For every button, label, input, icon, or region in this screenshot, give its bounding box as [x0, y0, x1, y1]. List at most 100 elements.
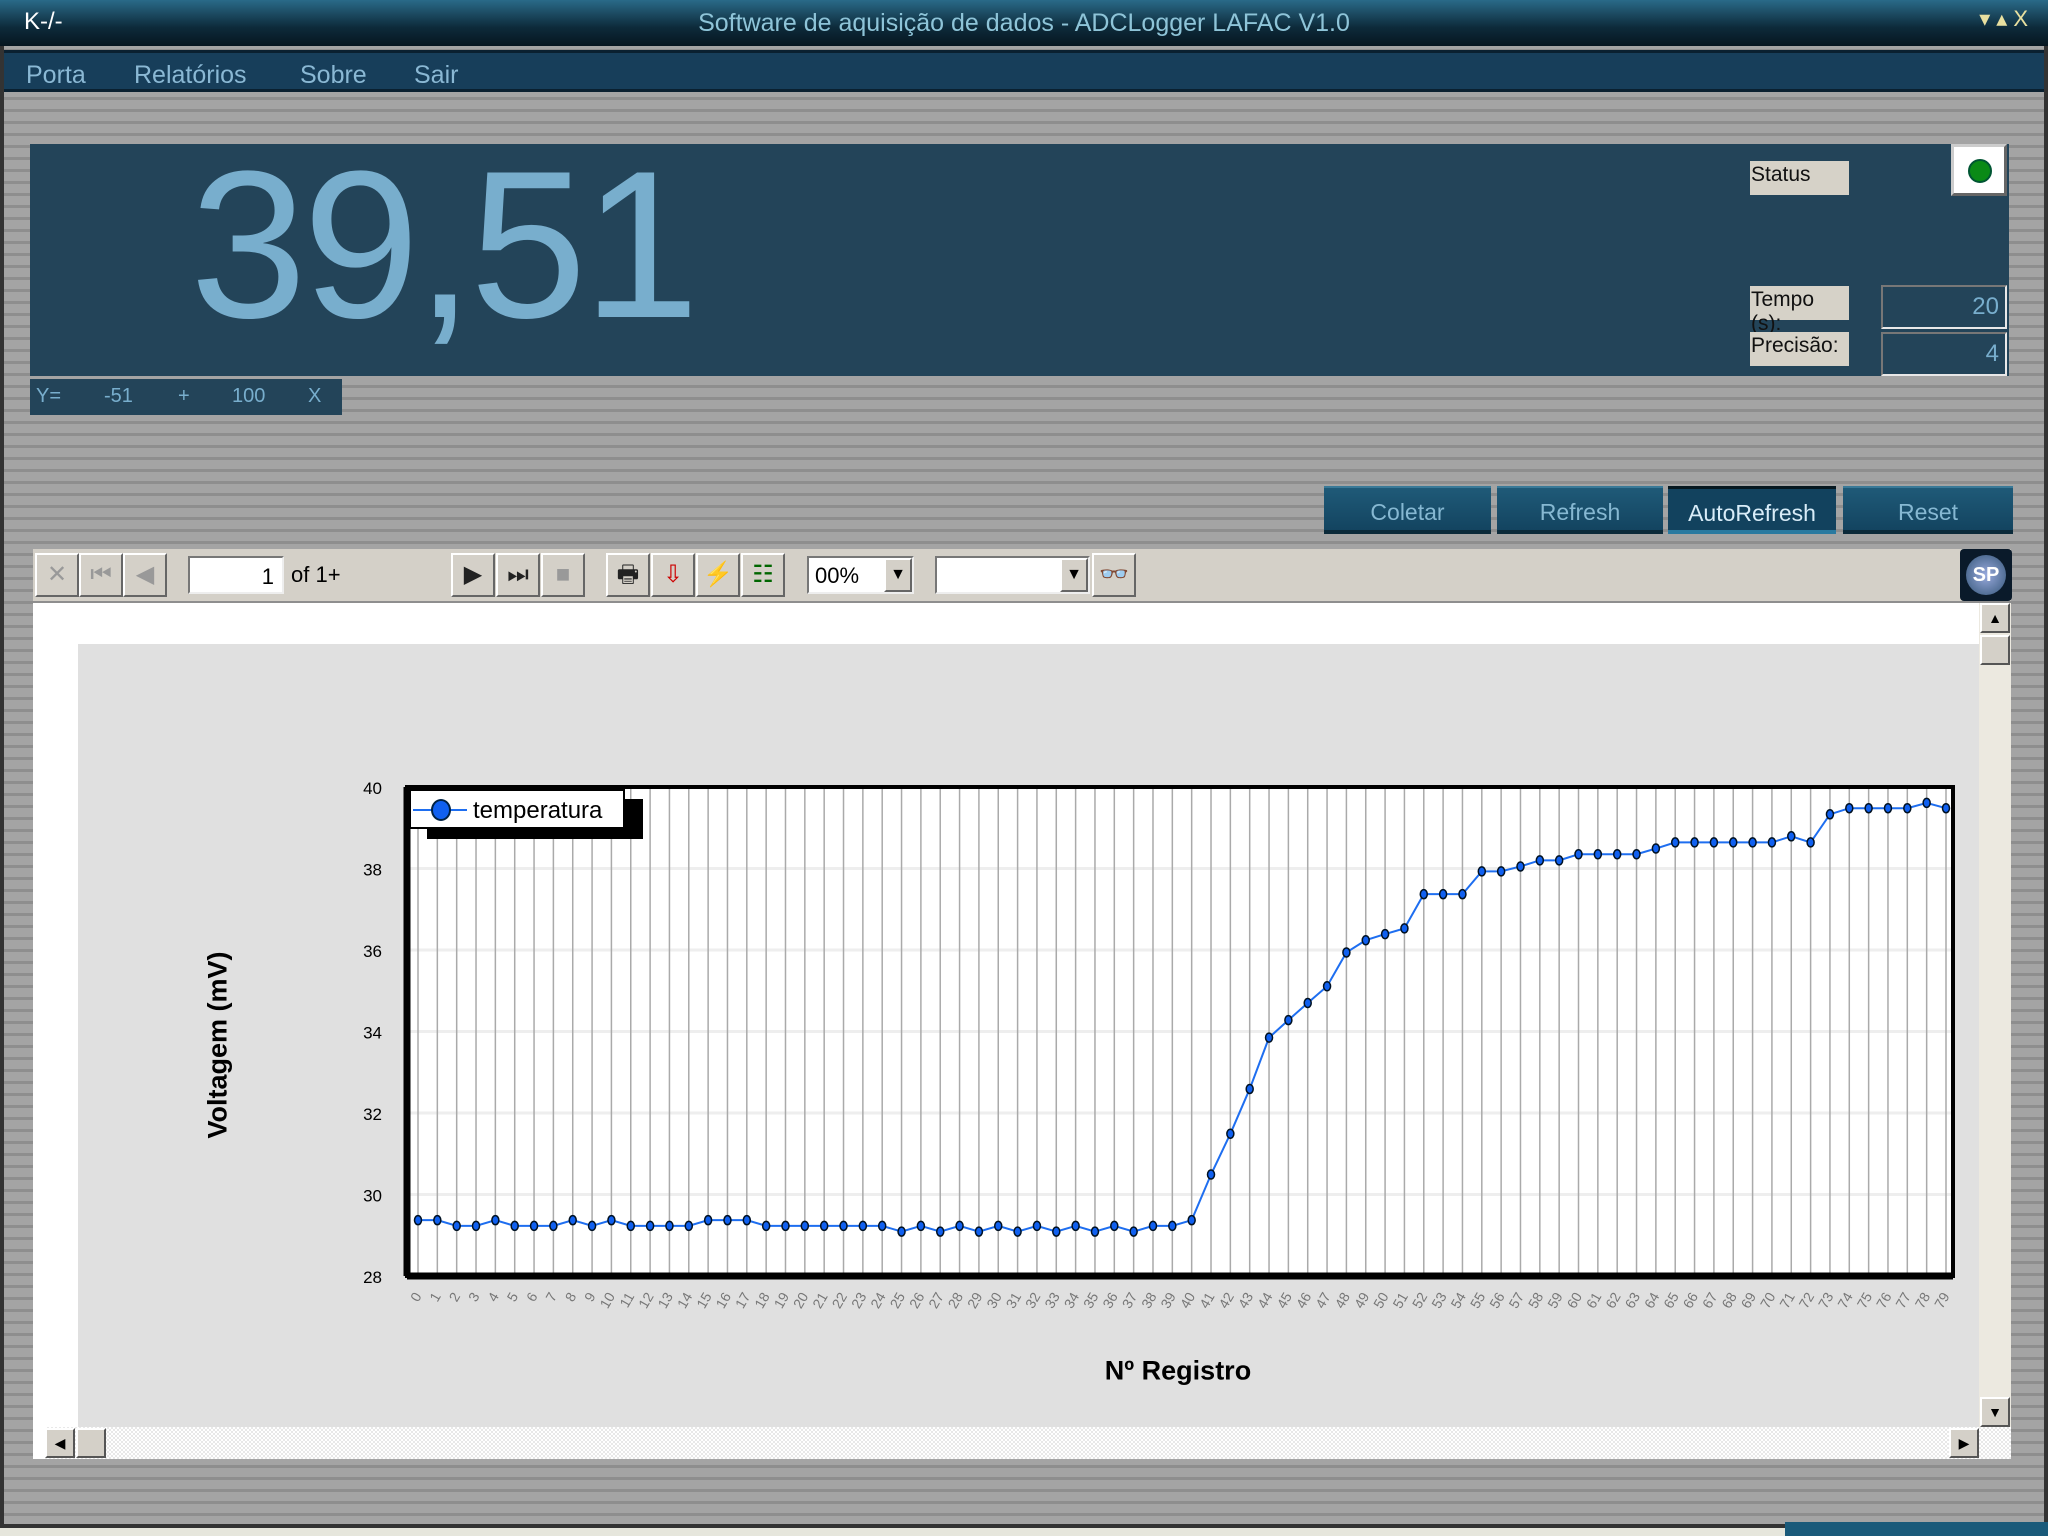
data-point	[452, 1220, 461, 1232]
data-point	[1806, 837, 1815, 848]
data-point	[955, 1220, 964, 1232]
data-point	[1206, 1169, 1216, 1180]
x-tick-label: 8	[562, 1289, 580, 1304]
data-point	[1651, 843, 1661, 854]
data-point	[549, 1220, 558, 1232]
temperature-line-chart: 283032343638400 1 2 3 4 5 6 7 8 91011121314151617…	[363, 779, 1955, 1311]
x-tick-label: 47	[1312, 1289, 1334, 1311]
x-tick-label: 18	[751, 1289, 773, 1311]
data-point	[935, 1226, 945, 1237]
data-point	[568, 1214, 577, 1226]
data-point	[1767, 837, 1777, 848]
x-tick-label: 41	[1196, 1289, 1218, 1311]
x-tick-label: 76	[1873, 1289, 1895, 1311]
x-tick-label: 27	[925, 1289, 947, 1311]
data-point	[1322, 981, 1332, 992]
x-tick-label: 55	[1467, 1289, 1489, 1311]
x-tick-label: 48	[1331, 1289, 1353, 1311]
x-tick-label: 62	[1602, 1289, 1624, 1311]
x-tick-label: 1	[426, 1289, 444, 1304]
data-point	[1728, 837, 1738, 848]
x-tick-label: 67	[1699, 1289, 1721, 1311]
x-tick-label: 57	[1505, 1289, 1527, 1311]
data-point	[1864, 802, 1873, 814]
x-tick-label: 42	[1215, 1289, 1237, 1311]
taskbar-strip	[1785, 1522, 2048, 1536]
data-point	[742, 1214, 752, 1226]
data-point	[1554, 855, 1564, 866]
data-point	[1496, 866, 1506, 877]
x-tick-label: 10	[596, 1289, 618, 1311]
data-point	[877, 1220, 887, 1232]
x-tick-label: 38	[1138, 1289, 1160, 1311]
x-tick-label: 75	[1854, 1289, 1876, 1311]
x-tick-label: 68	[1718, 1289, 1740, 1311]
x-tick-label: 64	[1641, 1289, 1663, 1311]
data-point	[1922, 797, 1931, 809]
x-tick-label: 24	[867, 1289, 889, 1311]
data-point	[703, 1214, 713, 1226]
data-point	[1168, 1220, 1177, 1232]
y-tick-label: 28	[363, 1268, 382, 1287]
data-point	[1013, 1226, 1022, 1237]
x-tick-label: 19	[770, 1289, 792, 1311]
data-point	[607, 1214, 616, 1226]
data-point	[1032, 1220, 1042, 1232]
x-tick-label: 35	[1080, 1289, 1102, 1311]
legend-label: temperatura	[473, 797, 603, 824]
y-tick-label: 34	[363, 1024, 382, 1043]
chart-legend: temperatura	[409, 789, 625, 829]
y-tick-label: 32	[363, 1105, 382, 1124]
y-tick-label: 38	[363, 861, 382, 880]
data-point	[897, 1226, 906, 1237]
x-tick-label: 6	[523, 1289, 541, 1304]
data-point	[819, 1220, 829, 1232]
data-point	[1264, 1032, 1274, 1043]
x-tick-label: 14	[674, 1289, 696, 1311]
x-tick-label: 32	[1022, 1289, 1044, 1311]
data-point	[1709, 837, 1719, 848]
data-point	[529, 1220, 539, 1232]
x-tick-label: 20	[790, 1289, 812, 1311]
x-tick-label: 63	[1621, 1289, 1643, 1311]
x-tick-label: 13	[654, 1289, 676, 1311]
x-tick-label: 79	[1931, 1289, 1953, 1311]
data-point	[1071, 1220, 1080, 1232]
data-point	[1516, 861, 1525, 872]
x-tick-label: 3	[465, 1289, 483, 1304]
x-tick-label: 61	[1583, 1289, 1605, 1311]
data-point	[781, 1220, 790, 1232]
x-tick-label: 44	[1254, 1289, 1276, 1311]
x-tick-label: 36	[1099, 1289, 1121, 1311]
x-tick-label: 7	[542, 1289, 560, 1304]
x-tick-label: 66	[1680, 1289, 1702, 1311]
x-tick-label: 23	[848, 1289, 870, 1311]
x-tick-label: 73	[1815, 1289, 1837, 1311]
data-point	[1574, 848, 1583, 860]
x-tick-label: 51	[1389, 1289, 1411, 1311]
x-tick-label: 40	[1177, 1289, 1199, 1311]
x-tick-label: 26	[906, 1289, 928, 1311]
data-point	[1458, 888, 1467, 900]
data-point	[1748, 837, 1757, 848]
data-point	[645, 1220, 655, 1232]
data-point	[1090, 1226, 1100, 1237]
x-tick-label: 2	[446, 1289, 464, 1304]
data-point	[1845, 802, 1854, 814]
y-tick-label: 30	[363, 1187, 382, 1206]
data-point	[665, 1220, 674, 1232]
legend-marker-icon	[431, 799, 451, 821]
data-point	[1187, 1214, 1196, 1226]
data-point	[974, 1226, 984, 1237]
data-point	[1612, 848, 1622, 860]
data-point	[491, 1214, 500, 1226]
data-point	[1400, 923, 1409, 934]
data-point	[858, 1220, 868, 1232]
x-tick-label: 77	[1892, 1289, 1914, 1311]
data-point	[1148, 1220, 1158, 1232]
data-point	[723, 1214, 732, 1226]
data-point	[916, 1220, 926, 1232]
data-point	[1690, 837, 1699, 848]
x-tick-label: 31	[1003, 1289, 1025, 1311]
data-point	[1903, 802, 1912, 814]
